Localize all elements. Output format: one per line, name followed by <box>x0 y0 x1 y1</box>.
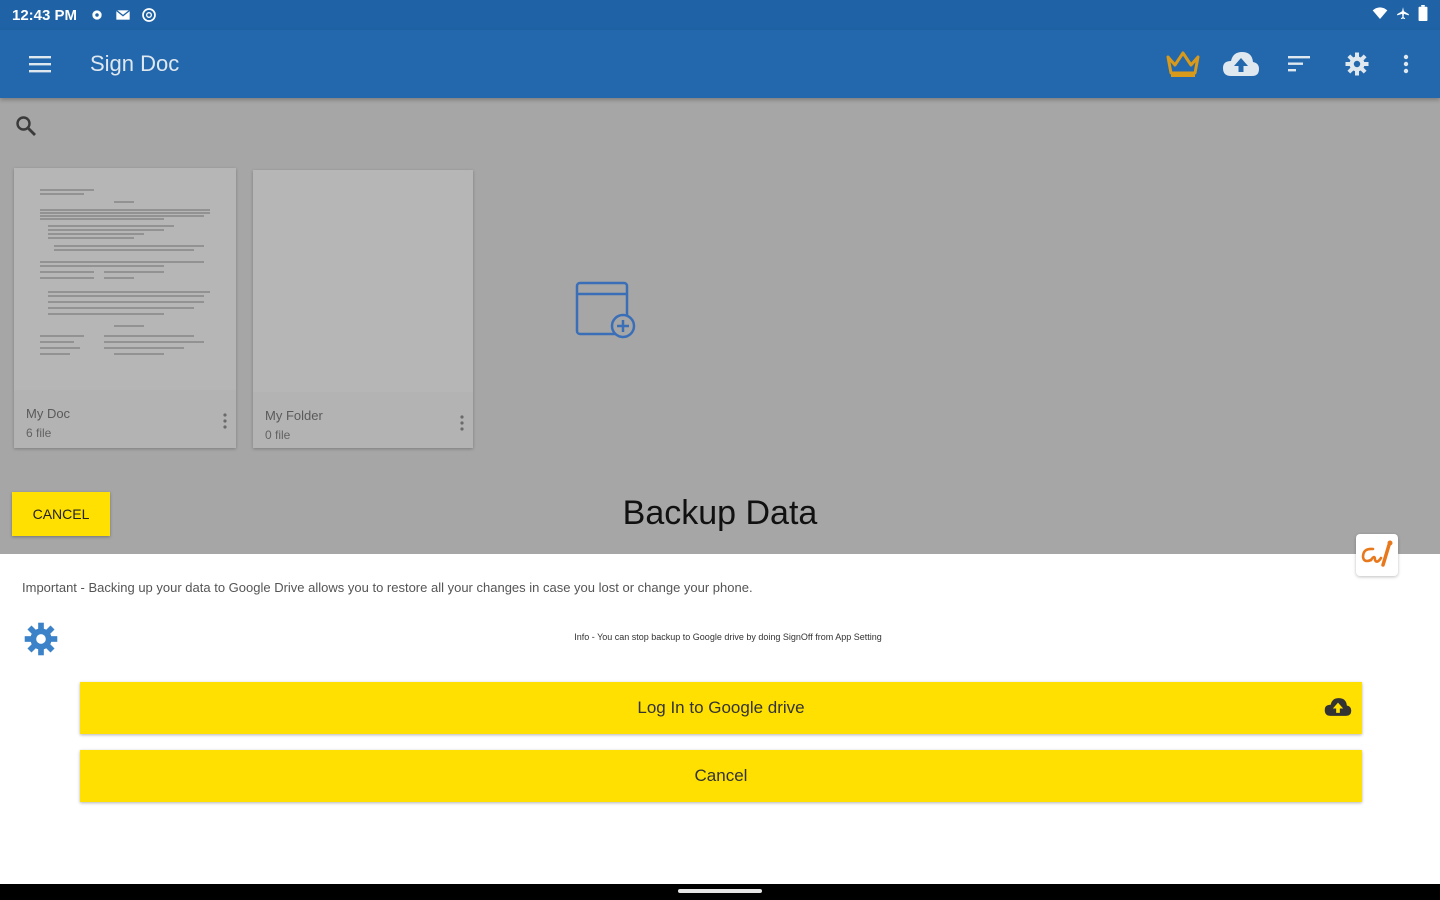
app-badge[interactable] <box>1356 534 1398 576</box>
folder-file-count: 0 file <box>265 428 291 442</box>
status-time: 12:43 PM <box>12 6 78 24</box>
at-status-icon <box>141 7 157 23</box>
settings-status-icon <box>89 7 105 23</box>
gear-icon <box>1345 52 1369 76</box>
cloud-backup-button[interactable] <box>1212 35 1270 93</box>
add-folder-icon <box>575 281 636 339</box>
folder-name: My Doc <box>26 406 71 421</box>
folder-card[interactable]: My Doc 6 file <box>14 168 236 448</box>
home-gesture-handle[interactable] <box>678 889 762 893</box>
more-vert-icon <box>223 413 227 429</box>
battery-icon <box>1418 5 1428 25</box>
folder-file-count: 6 file <box>26 426 52 440</box>
cancel-label: Cancel <box>694 766 748 785</box>
search-button[interactable] <box>14 114 40 140</box>
backup-sheet: Important - Backing up your data to Goog… <box>0 534 1440 884</box>
settings-button[interactable] <box>1328 35 1386 93</box>
cloud-upload-icon <box>1324 696 1352 718</box>
cloud-upload-icon <box>1223 52 1259 76</box>
crown-icon <box>1166 51 1200 77</box>
dialog-title: Backup Data <box>622 494 818 532</box>
overflow-menu-button[interactable] <box>1386 35 1426 93</box>
search-icon <box>16 116 36 136</box>
system-nav-bar <box>0 884 1440 900</box>
folder-more-button[interactable] <box>222 412 228 430</box>
folder-more-button[interactable] <box>459 414 465 432</box>
document-thumbnail <box>14 168 236 390</box>
mail-status-icon <box>115 7 131 23</box>
sort-button[interactable] <box>1270 35 1328 93</box>
important-note: Important - Backing up your data to Goog… <box>22 580 753 595</box>
folder-thumbnail <box>253 170 473 392</box>
status-bar: 12:43 PM <box>0 0 1440 30</box>
premium-button[interactable] <box>1154 35 1212 93</box>
login-label: Log In to Google drive <box>637 698 805 717</box>
folder-card[interactable]: My Folder 0 file <box>253 170 473 448</box>
info-note: Info - You can stop backup to Google dri… <box>574 632 882 642</box>
add-folder-button[interactable] <box>574 280 638 340</box>
app-title: Sign Doc <box>90 51 180 76</box>
app-bar: Sign Doc <box>0 30 1440 98</box>
folder-name: My Folder <box>265 408 323 423</box>
more-vert-icon <box>1403 54 1409 74</box>
airplane-icon <box>1396 6 1410 24</box>
signature-pen-icon <box>1361 540 1393 567</box>
cancel-backup-button[interactable]: Cancel <box>80 750 1362 802</box>
menu-button[interactable] <box>0 30 80 98</box>
more-vert-icon <box>460 415 464 431</box>
menu-icon <box>29 56 51 73</box>
login-google-drive-button[interactable]: Log In to Google drive <box>80 682 1362 734</box>
sort-icon <box>1288 56 1310 72</box>
wifi-icon <box>1372 6 1388 24</box>
